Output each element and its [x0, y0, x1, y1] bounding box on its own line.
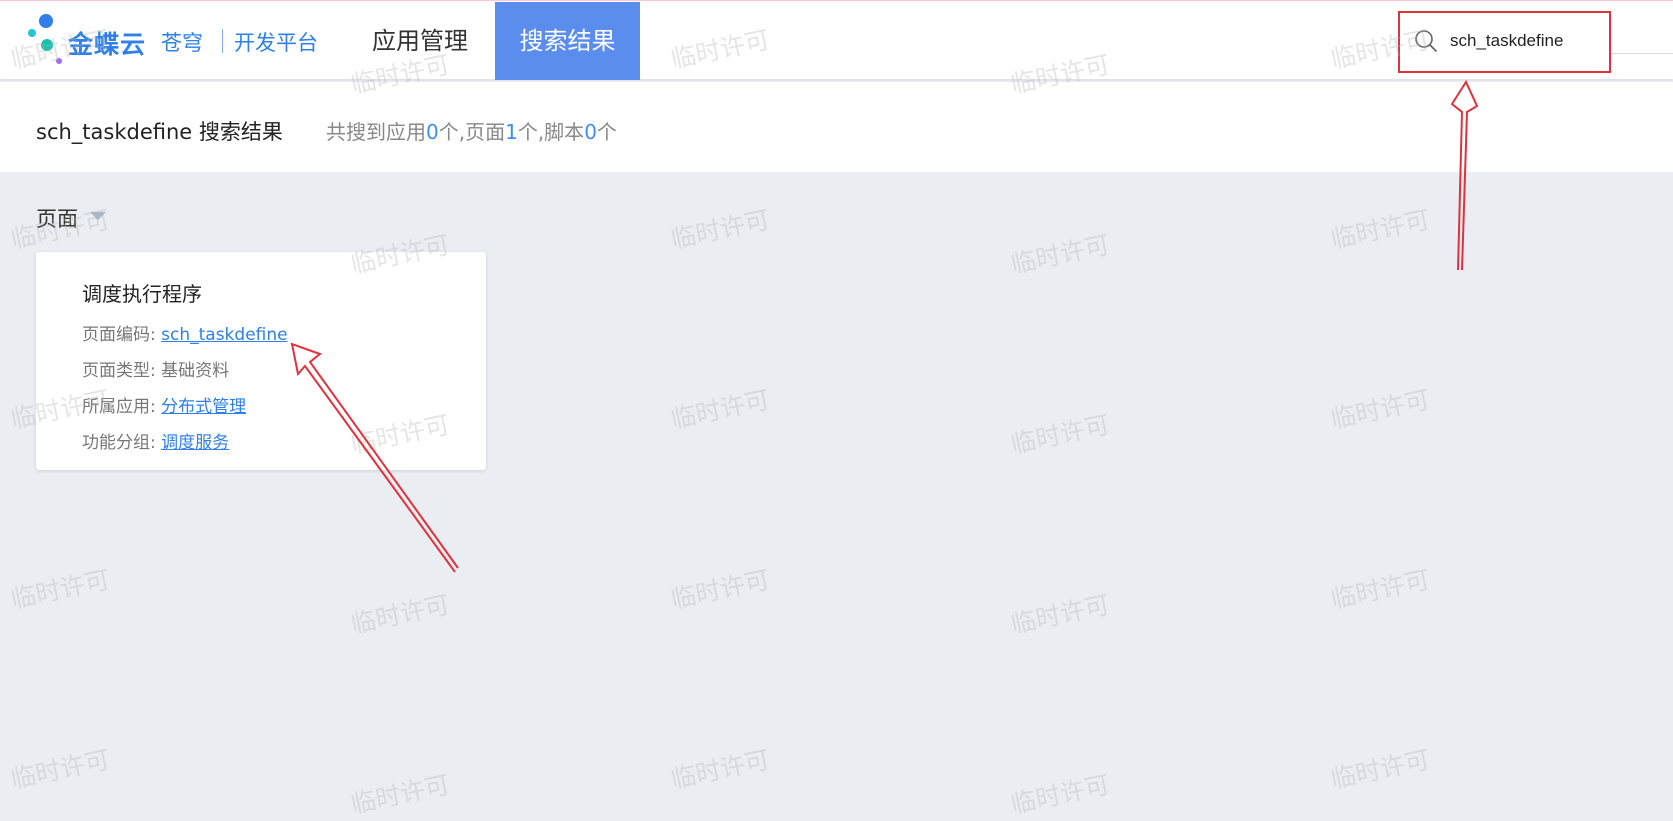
watermark-text: 临时许可: [1008, 769, 1113, 820]
caret-down-icon[interactable]: [90, 212, 106, 220]
row-label: 所属应用:: [82, 397, 156, 417]
card-row-group: 功能分组: 调度服务: [82, 428, 229, 453]
watermark-text: 临时许可: [8, 744, 113, 795]
brand-sub: 苍穹: [161, 31, 203, 55]
watermark-text: 临时许可: [348, 769, 453, 820]
watermark-text: 临时许可: [668, 744, 773, 795]
watermark-text: 临时许可: [668, 564, 773, 615]
logo-divider: [222, 29, 223, 53]
watermark-text: 临时许可: [1328, 564, 1433, 615]
watermark-text: 临时许可: [1328, 384, 1433, 435]
brand-name: 金蝶云: [68, 30, 147, 59]
result-title: sch_taskdefine 搜索结果: [36, 120, 283, 144]
watermark-text: 临时许可: [668, 384, 773, 435]
page-type-value: 基础资料: [161, 361, 230, 381]
watermark-text: 临时许可: [1008, 589, 1113, 640]
result-card[interactable]: 调度执行程序 页面编码: sch_taskdefine 页面类型: 基础资料 所…: [36, 252, 486, 470]
page-code-link[interactable]: sch_taskdefine: [161, 325, 287, 345]
app-count: 0: [426, 120, 439, 144]
tab-app-management[interactable]: 应用管理: [352, 2, 488, 80]
row-label: 页面编码:: [82, 325, 156, 345]
watermark-text: 临时许可: [668, 204, 773, 255]
page-count: 1: [505, 120, 518, 144]
search-icon[interactable]: [1414, 29, 1438, 57]
watermark-text: 临时许可: [1328, 744, 1433, 795]
stats-prefix: 共搜到应用: [326, 120, 426, 144]
section-pages-header[interactable]: 页面: [36, 203, 78, 233]
search-underline: [1611, 53, 1673, 54]
platform-name: 开发平台: [234, 31, 318, 55]
tab-search-results[interactable]: 搜索结果: [495, 2, 640, 80]
search-box[interactable]: [1398, 11, 1611, 73]
search-input[interactable]: [1450, 27, 1605, 55]
row-label: 页面类型:: [82, 361, 156, 381]
stats-mid-2: 个,脚本: [517, 120, 585, 144]
app-link[interactable]: 分布式管理: [161, 397, 246, 417]
watermark-text: 临时许可: [1008, 409, 1113, 460]
app-logo[interactable]: 金蝶云 苍穹 开发平台: [26, 13, 326, 69]
group-link[interactable]: 调度服务: [161, 433, 229, 453]
result-stats: 共搜到应用0个,页面1个,脚本0个: [326, 116, 617, 145]
row-label: 功能分组:: [82, 433, 156, 453]
search-result-header: sch_taskdefine 搜索结果 共搜到应用0个,页面1个,脚本0个: [0, 82, 1673, 172]
top-navigation-bar: 金蝶云 苍穹 开发平台 应用管理 搜索结果: [0, 0, 1673, 80]
script-count: 0: [584, 120, 597, 144]
logo-dots-icon: [28, 14, 62, 64]
card-row-app: 所属应用: 分布式管理: [82, 392, 246, 417]
watermark-text: 临时许可: [8, 564, 113, 615]
card-title[interactable]: 调度执行程序: [82, 278, 202, 307]
watermark-text: 临时许可: [1328, 204, 1433, 255]
watermark-text: 临时许可: [1008, 229, 1113, 280]
card-row-page-type: 页面类型: 基础资料: [82, 356, 229, 381]
card-row-page-code: 页面编码: sch_taskdefine: [82, 320, 288, 345]
watermark-text: 临时许可: [348, 589, 453, 640]
stats-mid-1: 个,页面: [438, 120, 506, 144]
stats-suffix: 个: [596, 120, 617, 144]
